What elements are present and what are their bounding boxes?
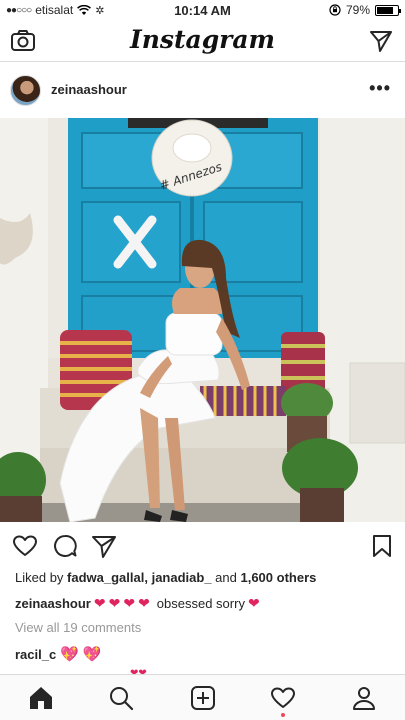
likes-middle: and <box>211 570 241 585</box>
sparkling-heart-emoji-icon: 💖 <box>82 646 102 663</box>
liker-separator: , <box>144 570 152 585</box>
caption-text: obsessed sorry <box>156 596 245 611</box>
liker-link[interactable]: janadiab_ <box>152 570 212 585</box>
save-bookmark-icon[interactable] <box>369 533 395 559</box>
profile-person-icon[interactable] <box>351 685 377 711</box>
post-photo: # Annezos <box>0 118 405 522</box>
likes-count-link[interactable]: 1,600 others <box>240 570 316 585</box>
notification-dot <box>281 713 285 717</box>
caption-username[interactable]: zeinaashour <box>15 596 91 611</box>
like-heart-icon[interactable] <box>12 533 38 559</box>
top-nav: Instagram <box>0 20 405 62</box>
red-heart-emoji-icon: ❤ <box>93 595 106 611</box>
instagram-logo: Instagram <box>130 25 275 54</box>
bottom-tab-bar <box>0 674 405 720</box>
battery-icon <box>375 4 401 16</box>
red-heart-emoji-icon: ❤ <box>123 595 136 611</box>
likes-summary: Liked by fadwa_gallal, janadiab_ and 1,6… <box>15 570 316 585</box>
post-username[interactable]: zeinaashour <box>51 82 127 97</box>
comment-row: racil_c 💖 💖 <box>15 645 102 663</box>
home-icon[interactable] <box>28 685 54 711</box>
status-bar: ●●○○○ etisalat ✲ 10:14 AM 79% <box>0 0 405 20</box>
red-heart-emoji-icon: ❤ <box>138 595 150 611</box>
search-icon[interactable] <box>108 685 134 711</box>
post-header: zeinaashour ••• <box>0 62 405 118</box>
new-post-plus-icon[interactable] <box>190 685 216 711</box>
comment-bubble-icon[interactable] <box>52 533 78 559</box>
red-heart-emoji-icon: ❤ <box>108 595 121 611</box>
avatar[interactable] <box>10 75 41 106</box>
sparkling-heart-emoji-icon: 💖 <box>60 646 79 663</box>
direct-message-icon[interactable] <box>369 29 393 53</box>
view-all-comments-link[interactable]: View all 19 comments <box>15 620 141 635</box>
orientation-lock-icon <box>329 4 341 16</box>
comment-username[interactable]: racil_c <box>15 647 56 662</box>
share-paper-plane-icon[interactable] <box>91 533 117 559</box>
more-icon[interactable]: ••• <box>369 79 391 97</box>
status-right: 79% <box>329 3 401 17</box>
red-heart-emoji-icon: ❤ <box>247 595 260 611</box>
post-caption: zeinaashour ❤ ❤ ❤ ❤ obsessed sorry ❤ <box>15 595 260 612</box>
post-actions <box>0 530 405 562</box>
activity-heart-icon[interactable] <box>270 685 296 711</box>
battery-fill <box>377 6 393 14</box>
likes-prefix: Liked by <box>15 570 68 585</box>
battery-percent: 79% <box>345 3 370 17</box>
liker-link[interactable]: fadwa_gallal <box>67 570 144 585</box>
post-image[interactable]: # Annezos <box>0 118 405 522</box>
